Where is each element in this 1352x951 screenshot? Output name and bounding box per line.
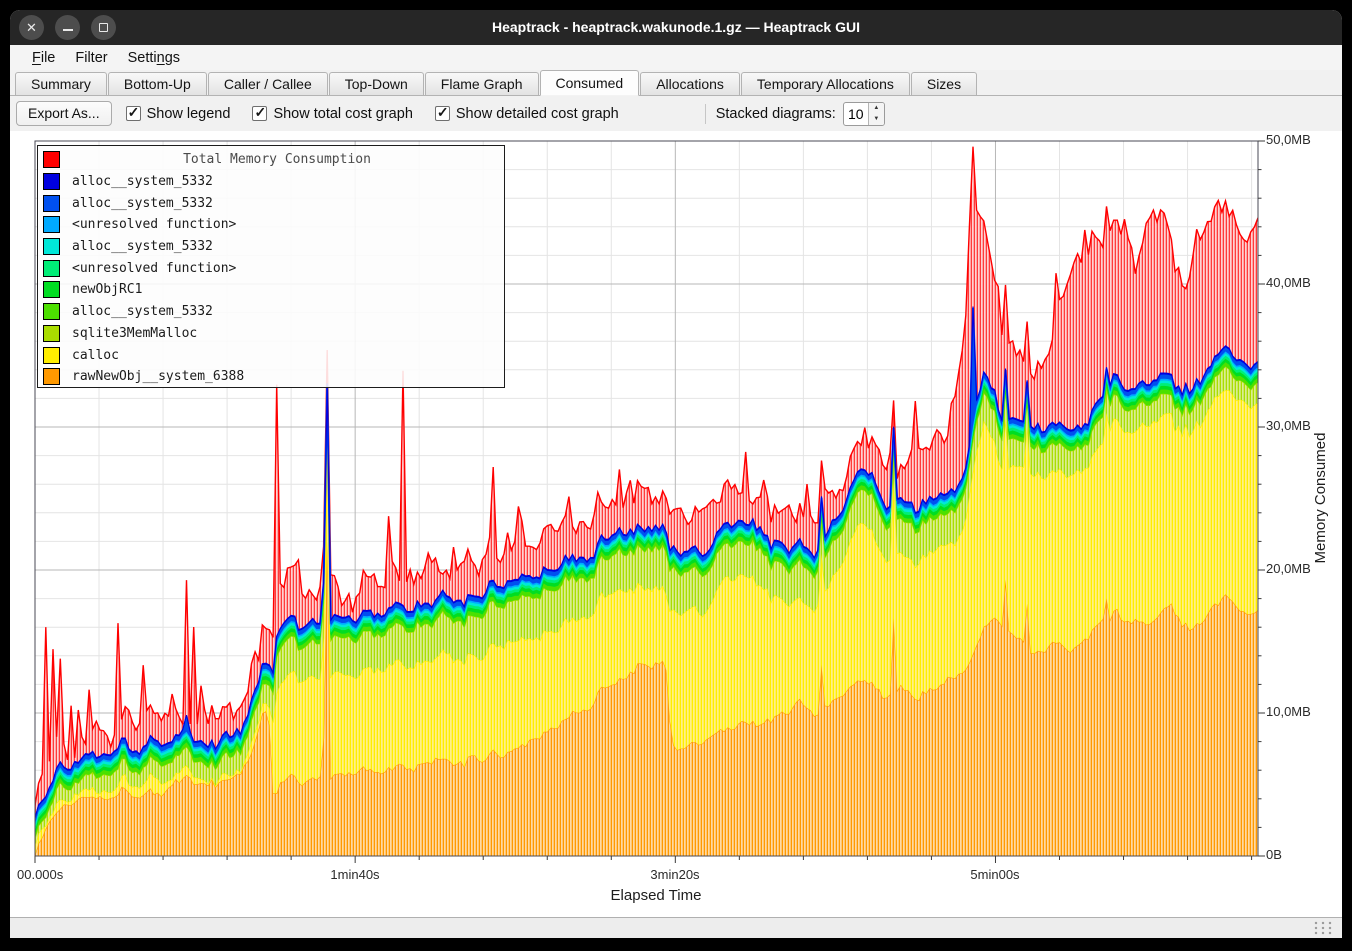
- menu-settings[interactable]: Settings: [118, 48, 190, 68]
- legend-swatch: [43, 216, 60, 233]
- resize-grip[interactable]: [1314, 921, 1336, 935]
- tab-sizes[interactable]: Sizes: [911, 72, 977, 95]
- export-as-button[interactable]: Export As...: [16, 101, 112, 126]
- stacked-diagrams-spinner[interactable]: 10 ▲ ▼: [843, 102, 885, 126]
- chart-legend: Total Memory Consumption alloc__system_5…: [37, 145, 505, 388]
- x-tick-5min00s: 5min00s: [950, 867, 1040, 882]
- legend-item: rawNewObj__system_6388: [38, 366, 504, 388]
- toolbar-separator: [705, 104, 706, 124]
- legend-swatch: [43, 325, 60, 342]
- legend-swatch: [43, 281, 60, 298]
- tab-consumed[interactable]: Consumed: [540, 70, 640, 96]
- y-tick-30: 30,0MB: [1266, 418, 1311, 433]
- show-total-cost-checkbox[interactable]: [252, 106, 267, 121]
- window-title: Heaptrack - heaptrack.wakunode.1.gz — He…: [10, 10, 1342, 45]
- x-tick-0s: 00.000s: [17, 867, 63, 882]
- legend-item: sqlite3MemMalloc: [38, 323, 504, 345]
- y-tick-50: 50,0MB: [1266, 132, 1311, 147]
- menu-filter[interactable]: Filter: [65, 48, 117, 68]
- show-legend-checkbox-group[interactable]: Show legend: [126, 106, 231, 122]
- y-tick-40: 40,0MB: [1266, 275, 1311, 290]
- spinner-down-button[interactable]: ▼: [869, 114, 884, 125]
- legend-item: alloc__system_5332: [38, 236, 504, 258]
- titlebar[interactable]: ✕ Heaptrack - heaptrack.wakunode.1.gz — …: [10, 10, 1342, 45]
- menu-file[interactable]: File: [22, 48, 65, 68]
- legend-swatch: [43, 238, 60, 255]
- tab-bottom-up[interactable]: Bottom-Up: [108, 72, 207, 95]
- legend-swatch: [43, 368, 60, 385]
- tab-bar: Summary Bottom-Up Caller / Callee Top-Do…: [10, 70, 1342, 96]
- show-total-cost-checkbox-group[interactable]: Show total cost graph: [252, 106, 412, 122]
- x-tick-3min20s: 3min20s: [630, 867, 720, 882]
- heaptrack-window: ✕ Heaptrack - heaptrack.wakunode.1.gz — …: [10, 10, 1342, 938]
- legend-swatch: [43, 260, 60, 277]
- status-strip: [10, 918, 1342, 938]
- x-tick-1min40s: 1min40s: [310, 867, 400, 882]
- tab-caller-callee[interactable]: Caller / Callee: [208, 72, 328, 95]
- legend-swatch: [43, 347, 60, 364]
- legend-swatch: [43, 173, 60, 190]
- x-axis-title: Elapsed Time: [10, 887, 1302, 904]
- show-legend-checkbox[interactable]: [126, 106, 141, 121]
- legend-item: <unresolved function>: [38, 214, 504, 236]
- legend-item: alloc__system_5332: [38, 301, 504, 323]
- legend-item: <unresolved function>: [38, 257, 504, 279]
- stacked-diagrams-label: Stacked diagrams:: [716, 106, 836, 122]
- tab-summary[interactable]: Summary: [15, 72, 107, 95]
- menu-bar: File Filter Settings: [10, 45, 1342, 70]
- toolbar: Export As... Show legend Show total cost…: [10, 96, 1342, 131]
- show-detailed-cost-checkbox[interactable]: [435, 106, 450, 121]
- show-detailed-cost-checkbox-group[interactable]: Show detailed cost graph: [435, 106, 619, 122]
- legend-item-total: Total Memory Consumption: [38, 149, 504, 171]
- show-total-cost-label: Show total cost graph: [273, 106, 412, 122]
- stacked-diagrams-value[interactable]: 10: [844, 103, 868, 125]
- legend-item: calloc: [38, 344, 504, 366]
- y-tick-0: 0B: [1266, 847, 1282, 862]
- memory-consumption-chart[interactable]: 0B 10,0MB 20,0MB 30,0MB 40,0MB 50,0MB 00…: [10, 131, 1342, 918]
- spinner-up-button[interactable]: ▲: [869, 103, 884, 114]
- legend-swatch: [43, 195, 60, 212]
- tab-temporary-allocations[interactable]: Temporary Allocations: [741, 72, 910, 95]
- y-tick-20: 20,0MB: [1266, 561, 1311, 576]
- y-tick-10: 10,0MB: [1266, 704, 1311, 719]
- legend-item: newObjRC1: [38, 279, 504, 301]
- show-legend-label: Show legend: [147, 106, 231, 122]
- show-detailed-cost-label: Show detailed cost graph: [456, 106, 619, 122]
- tab-allocations[interactable]: Allocations: [640, 72, 740, 95]
- legend-item: alloc__system_5332: [38, 171, 504, 193]
- tab-top-down[interactable]: Top-Down: [329, 72, 424, 95]
- y-axis-title: Memory Consumed: [1312, 398, 1332, 598]
- tab-flame-graph[interactable]: Flame Graph: [425, 72, 539, 95]
- legend-item: alloc__system_5332: [38, 192, 504, 214]
- legend-swatch: [43, 303, 60, 320]
